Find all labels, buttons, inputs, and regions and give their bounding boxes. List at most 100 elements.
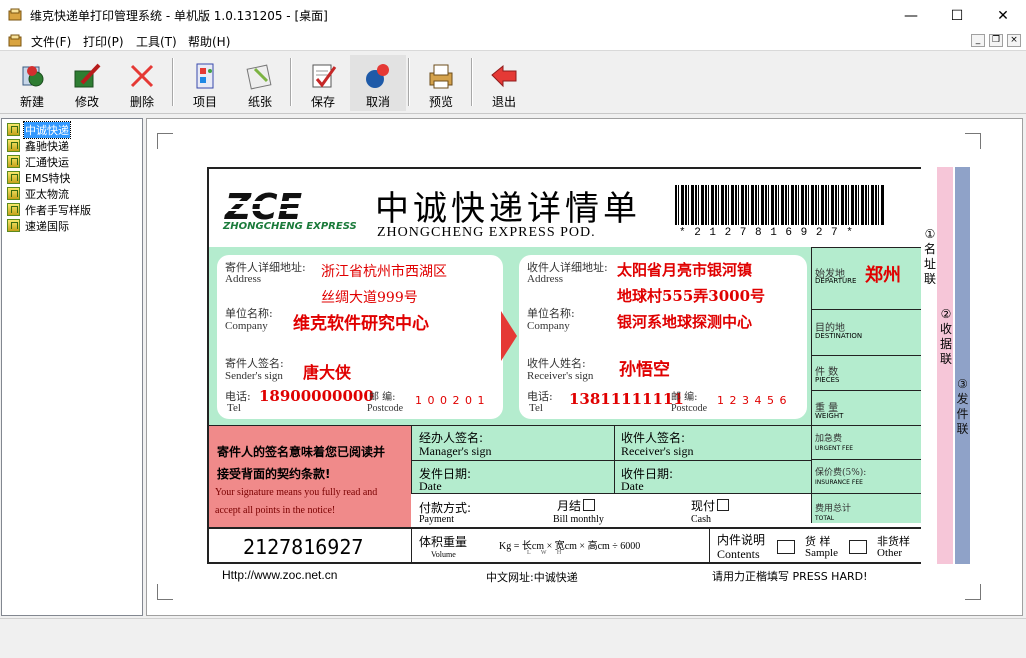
- cash-checkbox[interactable]: [717, 499, 729, 511]
- tree-item-huitong[interactable]: 汇通快运: [7, 154, 70, 169]
- divider: [411, 527, 412, 564]
- maximize-icon: ☐: [951, 8, 964, 24]
- receiver-addr-label-en: Address: [527, 273, 563, 285]
- sender-sign-label: 寄件人签名:: [225, 355, 284, 371]
- manager-sign-label-en: Manager's sign: [419, 444, 491, 459]
- template-icon: [7, 123, 20, 136]
- pieces-label-en: PIECES: [815, 376, 839, 384]
- delete-button[interactable]: 删除: [114, 55, 170, 111]
- monthly-checkbox[interactable]: [583, 499, 595, 511]
- menu-print[interactable]: 打印(P): [83, 33, 124, 50]
- minimize-button[interactable]: —: [888, 0, 934, 31]
- mdi-doc-icon[interactable]: [8, 34, 22, 48]
- side-label-1: ①名址联: [923, 227, 937, 287]
- mdi-close-button[interactable]: ×: [1007, 34, 1021, 47]
- courier-tree[interactable]: 中诚快递 鑫驰快递 汇通快运 EMS特快 亚太物流 作者手写样版 速递国际: [1, 118, 143, 616]
- toolbar-separator: [290, 58, 292, 106]
- template-icon: [7, 171, 20, 184]
- total-label: 费用总计: [815, 501, 851, 514]
- crop-mark: [157, 133, 173, 149]
- total-label-en: TOTAL: [815, 515, 834, 522]
- destination-label-en: DESTINATION: [815, 332, 862, 340]
- weight-label-en: WEIGHT: [815, 412, 843, 420]
- menu-tools[interactable]: 工具(T): [136, 33, 177, 50]
- menu-help[interactable]: 帮助(H): [188, 33, 230, 50]
- menu-bar: 文件(F) 打印(P) 工具(T) 帮助(H) _ ❐ ×: [0, 31, 1026, 51]
- sender-address-line2[interactable]: 丝绸大道999号: [321, 287, 418, 307]
- barcode-text: * 2 1 2 7 8 1 6 9 2 7 *: [679, 227, 854, 239]
- receiver-address-line1[interactable]: 太阳省月亮市银河镇: [617, 259, 752, 280]
- monthly-label-en: Bill monthly: [553, 514, 604, 525]
- edit-button[interactable]: 修改: [59, 55, 115, 111]
- cash-label: 现付: [691, 497, 715, 514]
- sender-tel[interactable]: 18900000000: [259, 387, 374, 405]
- paper-button[interactable]: 纸张: [232, 55, 288, 111]
- tree-item-xinchi[interactable]: 鑫驰快递: [7, 138, 70, 153]
- insurance-fee-label-en: INSURANCE FEE: [815, 479, 863, 486]
- edit-label: 修改: [59, 93, 115, 110]
- exit-arrow-icon: [489, 61, 519, 91]
- contents-label-en: Contents: [717, 547, 760, 562]
- toolbar-separator: [408, 58, 410, 106]
- divider: [811, 493, 923, 494]
- toolbar-separator: [471, 58, 473, 106]
- divider: [811, 459, 923, 460]
- sender-name[interactable]: 唐大侠: [303, 359, 351, 383]
- footer-cn-site: 中文网址:中诚快递: [486, 569, 578, 585]
- notice-en-line2: accept all points in the notice!: [215, 505, 335, 516]
- new-doc-icon: [17, 61, 47, 91]
- delete-label: 删除: [114, 93, 170, 110]
- monthly-label: 月结: [557, 497, 581, 514]
- close-icon: ✕: [997, 8, 1009, 24]
- payment-label-en: Payment: [419, 514, 454, 525]
- mdi-restore-button[interactable]: ❐: [989, 34, 1003, 47]
- departure-value[interactable]: 郑州: [865, 261, 901, 287]
- receiver-postcode-label: 邮 编:: [671, 388, 698, 403]
- tree-item-ems[interactable]: EMS特快: [7, 170, 71, 185]
- preview-button[interactable]: 预览: [413, 55, 469, 111]
- receiver-tel[interactable]: 13811111111: [569, 390, 684, 408]
- status-bar: [0, 618, 1026, 658]
- tree-item-zhongcheng[interactable]: 中诚快递: [7, 122, 70, 137]
- receiver-name[interactable]: 孙悟空: [619, 355, 670, 380]
- save-button[interactable]: 保存: [295, 55, 351, 111]
- cancel-label: 取消: [350, 93, 406, 110]
- project-button[interactable]: 项目: [177, 55, 233, 111]
- receiver-postcode[interactable]: 1 2 3 4 5 6: [717, 394, 787, 407]
- new-button[interactable]: 新建: [4, 55, 60, 111]
- sample-label-en: Sample: [805, 547, 838, 559]
- footer-url: Http://www.zoc.net.cn: [222, 568, 337, 582]
- tree-item-handwritten[interactable]: 作者手写样版: [7, 202, 92, 217]
- receiver-sign-label: 收件人姓名:: [527, 355, 586, 371]
- volume-formula-sub: L W H: [527, 550, 561, 556]
- sender-sign-label-en: Sender's sign: [225, 370, 283, 382]
- sender-company[interactable]: 维克软件研究中心: [293, 309, 429, 334]
- receiver-company-label: 单位名称:: [527, 305, 575, 321]
- exit-button[interactable]: 退出: [476, 55, 532, 111]
- cancel-button[interactable]: 取消: [350, 55, 406, 111]
- footer-hint: 请用力正楷填写 PRESS HARD!: [712, 568, 868, 584]
- mdi-minimize-button[interactable]: _: [971, 34, 985, 47]
- menu-file[interactable]: 文件(F): [31, 33, 71, 50]
- receiver-sign-label-en: Receiver's sign: [621, 444, 693, 459]
- tree-item-yatai[interactable]: 亚太物流: [7, 186, 70, 201]
- save-label: 保存: [295, 93, 351, 110]
- tree-item-sudi[interactable]: 速递国际: [7, 218, 70, 233]
- close-button[interactable]: ✕: [980, 0, 1026, 31]
- sender-address-line1[interactable]: 浙江省杭州市西湖区: [321, 261, 447, 281]
- template-icon: [7, 203, 20, 216]
- toolbar-separator: [172, 58, 174, 106]
- save-icon: [308, 61, 338, 91]
- receiver-company[interactable]: 银河系地球探测中心: [617, 311, 752, 332]
- receiver-address-line2[interactable]: 地球村555弄3000号: [617, 285, 765, 306]
- crop-mark: [965, 133, 981, 149]
- maximize-button[interactable]: ☐: [934, 0, 980, 31]
- minimize-icon: —: [904, 8, 918, 24]
- notice-en-line1: Your signature means you fully read and: [215, 487, 377, 498]
- toolbar: 新建 修改 删除 项目 纸张: [0, 52, 1026, 114]
- sender-postcode[interactable]: 1 0 0 2 0 1: [415, 394, 485, 407]
- other-checkbox[interactable]: [849, 540, 867, 554]
- template-icon: [7, 155, 20, 168]
- arrow-right-icon: [501, 311, 517, 361]
- sample-checkbox[interactable]: [777, 540, 795, 554]
